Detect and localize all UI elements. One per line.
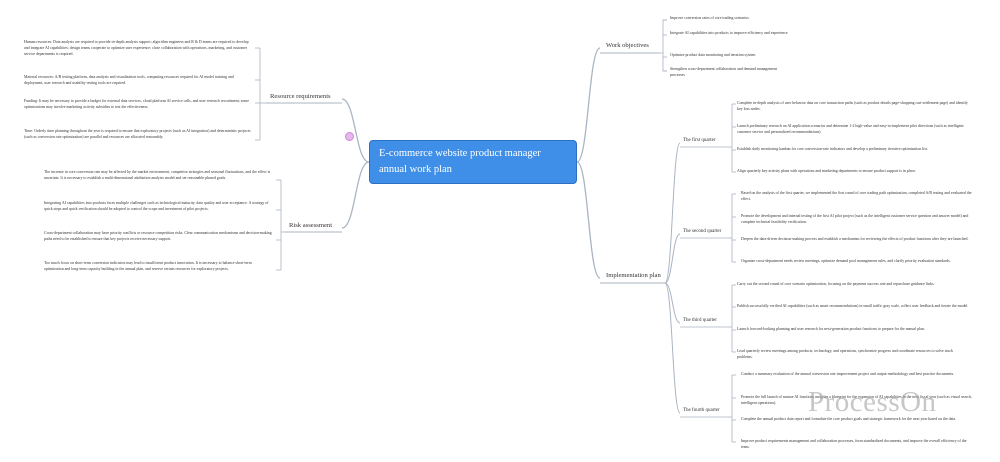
plan-item[interactable]: Carry out the second round of core scena…	[737, 281, 969, 287]
quarter-2[interactable]: The second quarter	[683, 229, 721, 234]
plan-item[interactable]: Establish daily monitoring kanban for co…	[737, 146, 969, 152]
objective-item[interactable]: Improve conversion rates of core trading…	[670, 15, 790, 21]
connector-line-0	[576, 47, 601, 163]
processon-watermark: ProcessOn	[808, 386, 937, 418]
quarter-4[interactable]: The fourth quarter	[683, 408, 720, 413]
connector-line-2	[341, 98, 370, 163]
connector-line-1	[576, 161, 601, 279]
objective-item[interactable]: Integrate AI capabilities into products …	[670, 30, 790, 36]
plan-item[interactable]: Organize cross-department needs review m…	[741, 258, 973, 264]
branch-risk-assessment[interactable]: Risk assessment	[289, 222, 332, 229]
quarter-1[interactable]: The first quarter	[683, 138, 716, 143]
plan-item[interactable]: Complete in-depth analysis of user behav…	[737, 100, 969, 112]
root-topic[interactable]: E-commerce website product manager annua…	[369, 140, 577, 184]
quarter-3[interactable]: The third quarter	[683, 318, 717, 323]
connector-line-8	[660, 19, 667, 54]
risk-item[interactable]: The increase in core conversion rate may…	[44, 169, 272, 181]
objective-item[interactable]: Optimize product data monitoring and ite…	[670, 52, 790, 58]
plan-item[interactable]: Lead quarterly review meetings among pro…	[737, 348, 969, 360]
objective-item[interactable]: Strengthen cross-department collaboratio…	[670, 66, 790, 78]
risk-item[interactable]: Integrating AI capabilities into product…	[44, 200, 272, 212]
plan-item[interactable]: Launch preliminary research on AI applic…	[737, 123, 969, 135]
resource-item[interactable]: Material resources: A/B testing platform…	[24, 74, 252, 86]
plan-item[interactable]: Improve product requirements management …	[741, 438, 973, 450]
plan-item[interactable]: Deepen the data-driven decision-making p…	[741, 236, 973, 242]
plan-item[interactable]: Launch forward-looking planning and user…	[737, 326, 969, 332]
plan-item[interactable]: Promote the development and internal tes…	[741, 213, 973, 225]
risk-item[interactable]: Cross-department collaboration may have …	[44, 230, 272, 242]
risk-item[interactable]: Too much focus on short-term conversion …	[44, 260, 272, 272]
connector-line-3	[341, 161, 370, 229]
branch-implementation-plan[interactable]: Implementation plan	[606, 272, 661, 279]
resource-item[interactable]: Funding: It may be necessary to provide …	[24, 98, 252, 110]
connector-line-14	[664, 142, 681, 284]
plan-item[interactable]: Publish successfully verified AI capabil…	[737, 303, 969, 309]
mindmap-canvas: E-commerce website product manager annua…	[0, 0, 1000, 462]
connector-line-9	[662, 53, 667, 72]
circle-dot-icon[interactable]	[345, 132, 354, 141]
resource-item[interactable]: Human resources: Data analysts are requi…	[24, 39, 252, 58]
branch-work-objectives[interactable]: Work objectives	[606, 42, 649, 49]
plan-item[interactable]: Conduct a summary evaluation of the annu…	[741, 371, 973, 377]
plan-item[interactable]: Based on the analysis of the first quart…	[741, 190, 973, 202]
resource-item[interactable]: Time: Orderly time planning throughout t…	[24, 128, 252, 140]
branch-resource-requirements[interactable]: Resource requirements	[270, 93, 331, 100]
plan-item[interactable]: Align quarterly key activity plans with …	[737, 168, 969, 174]
